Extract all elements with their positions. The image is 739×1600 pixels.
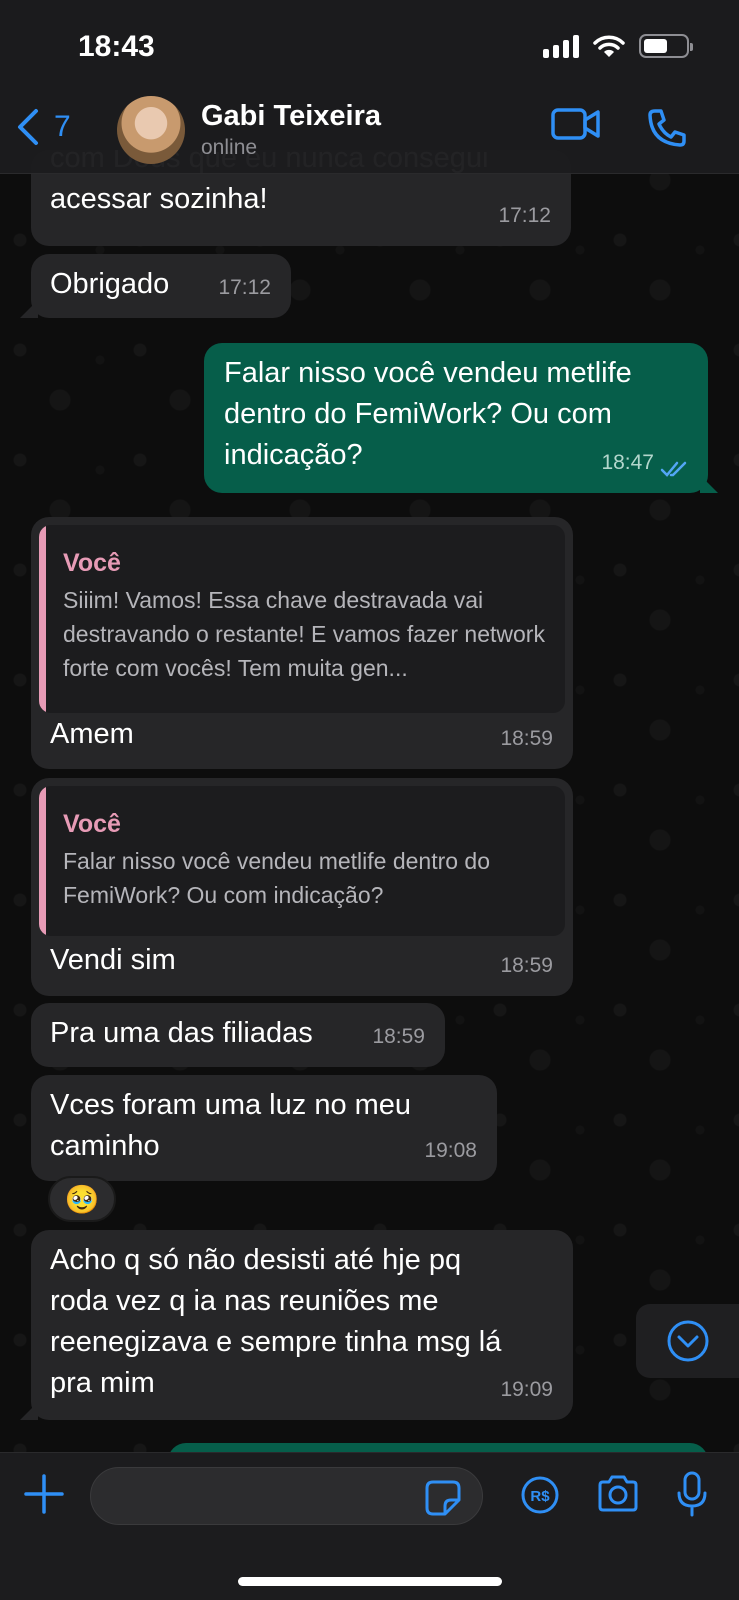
message-bubble[interactable]: Vces foram uma luz no meu caminho 19:08: [31, 1075, 497, 1181]
quoted-message[interactable]: Você Siiim! Vamos! Essa chave destravada…: [39, 525, 565, 713]
quote-author: Você: [63, 549, 121, 577]
quoted-message[interactable]: Você Falar nisso você vendeu metlife den…: [39, 786, 565, 936]
scroll-to-bottom-button[interactable]: [636, 1304, 739, 1378]
composer-bar: R$: [0, 1452, 739, 1600]
sticker-icon[interactable]: [425, 1480, 461, 1516]
message-text: Vendi sim: [50, 944, 176, 976]
quote-author: Você: [63, 810, 121, 838]
battery-icon: [639, 34, 693, 58]
plus-icon[interactable]: [24, 1474, 64, 1514]
message-bubble-outgoing[interactable]: Falar nisso você vendeu metlife dentro d…: [204, 343, 708, 493]
brl-payment-icon[interactable]: R$: [520, 1475, 560, 1515]
message-time: 17:12: [498, 204, 551, 227]
message-time: 18:59: [500, 727, 553, 750]
message-text: Vces foram uma luz no meu caminho: [50, 1089, 412, 1162]
unread-count: 7: [54, 110, 71, 143]
message-bubble[interactable]: Acho q só não desisti até hje pq roda ve…: [31, 1230, 573, 1420]
quote-text: Siiim! Vamos! Essa chave destravada vai …: [63, 587, 545, 681]
chat-header: 18:43 7 Gabi Teixeira online: [0, 0, 739, 174]
chevron-left-icon: [18, 109, 38, 145]
message-time: 17:12: [218, 276, 271, 299]
message-time: 18:47: [601, 451, 654, 474]
message-time: 18:59: [500, 954, 553, 977]
status-time: 18:43: [78, 30, 155, 63]
quote-text: Falar nisso você vendeu metlife dentro d…: [63, 848, 491, 908]
message-time: 19:08: [424, 1139, 477, 1162]
camera-icon[interactable]: [596, 1475, 640, 1513]
message-time: 19:09: [500, 1378, 553, 1401]
message-bubble[interactable]: Obrigado 17:12: [31, 254, 291, 318]
message-text: Acho q só não desisti até hje pq roda ve…: [50, 1244, 502, 1399]
back-button[interactable]: 7: [16, 108, 71, 146]
message-time: 18:59: [372, 1025, 425, 1048]
status-icons: [543, 34, 693, 58]
video-camera-icon[interactable]: [551, 106, 601, 142]
double-check-read-icon: [660, 461, 687, 477]
message-bubble[interactable]: Pra uma das filiadas 18:59: [31, 1003, 445, 1067]
wifi-icon: [593, 35, 625, 57]
message-input[interactable]: [90, 1467, 483, 1525]
phone-icon[interactable]: [647, 108, 687, 148]
message-text: Pra uma das filiadas: [50, 1017, 313, 1049]
message-reaction[interactable]: 🥹: [48, 1176, 116, 1222]
cellular-signal-icon: [543, 34, 579, 58]
home-indicator[interactable]: [238, 1577, 502, 1586]
message-bubble-reply[interactable]: Você Falar nisso você vendeu metlife den…: [31, 778, 573, 996]
svg-text:R$: R$: [530, 1488, 550, 1505]
chevron-down-circle-icon: [667, 1320, 708, 1362]
contact-name[interactable]: Gabi Teixeira: [201, 100, 381, 133]
message-text: Amem: [50, 718, 134, 750]
contact-status: online: [201, 136, 258, 159]
microphone-icon[interactable]: [675, 1471, 709, 1517]
message-bubble-reply[interactable]: Você Siiim! Vamos! Essa chave destravada…: [31, 517, 573, 769]
avatar[interactable]: [117, 96, 185, 164]
reaction-emoji: 🥹: [64, 1183, 100, 1215]
